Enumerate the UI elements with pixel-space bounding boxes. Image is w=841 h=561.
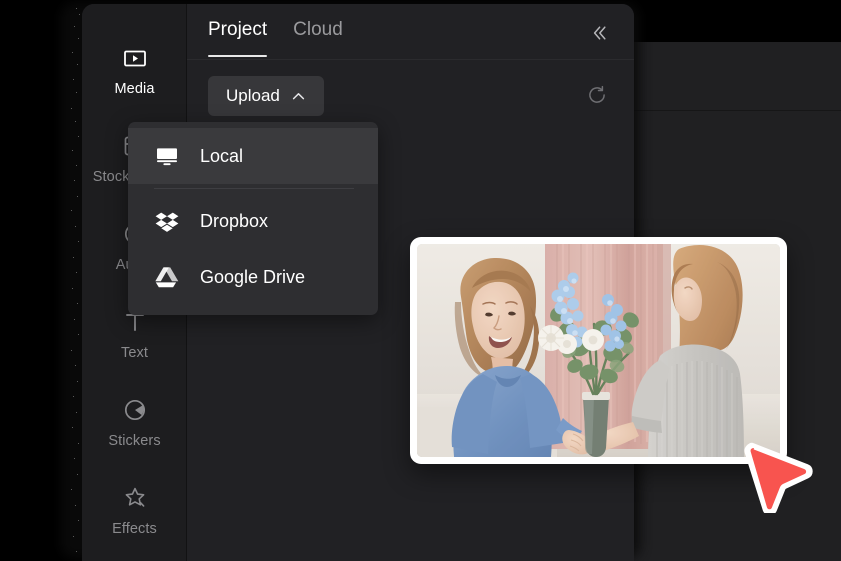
- upload-dropdown-menu: Local Dropbox Google Drive: [128, 122, 378, 315]
- thumbnail-image: [417, 244, 780, 457]
- menu-item-local[interactable]: Local: [128, 128, 378, 184]
- media-play-rect-icon: [120, 43, 150, 73]
- sidebar-item-effects[interactable]: Effects: [82, 466, 187, 554]
- sticker-circle-icon: [120, 395, 150, 425]
- sidebar-item-label: Effects: [112, 521, 157, 538]
- chevron-up-icon: [291, 89, 306, 104]
- tab-cloud[interactable]: Cloud: [293, 19, 343, 45]
- menu-item-google-drive[interactable]: Google Drive: [128, 249, 378, 305]
- sidebar-item-label: Stickers: [108, 433, 161, 450]
- menu-item-dropbox[interactable]: Dropbox: [128, 193, 378, 249]
- sidebar-item-stickers[interactable]: Stickers: [82, 378, 187, 466]
- menu-item-label: Local: [200, 145, 244, 166]
- screenshot-root: Media Stock videos: [0, 0, 841, 561]
- refresh-icon[interactable]: [584, 82, 610, 108]
- tabbar: Project Cloud: [187, 4, 634, 60]
- backdrop-titlebar: [630, 0, 841, 42]
- double-chevron-left-icon[interactable]: [586, 20, 612, 46]
- menu-item-label: Dropbox: [200, 210, 269, 231]
- sidebar-item-label: Text: [121, 345, 148, 362]
- sparkle-star-icon: [120, 483, 150, 513]
- menu-item-label: Google Drive: [200, 266, 306, 287]
- dropbox-icon: [154, 208, 180, 234]
- upload-button[interactable]: Upload: [208, 76, 324, 116]
- sidebar-item-media[interactable]: Media: [82, 26, 187, 114]
- tab-project[interactable]: Project: [208, 19, 268, 57]
- sidebar-item-label: Media: [114, 81, 155, 98]
- backdrop-divider: [630, 110, 841, 111]
- upload-button-label: Upload: [226, 86, 280, 105]
- dragged-media-thumbnail[interactable]: [410, 237, 787, 464]
- menu-separator: [154, 188, 354, 189]
- google-drive-icon: [154, 264, 180, 290]
- monitor-icon: [154, 143, 180, 169]
